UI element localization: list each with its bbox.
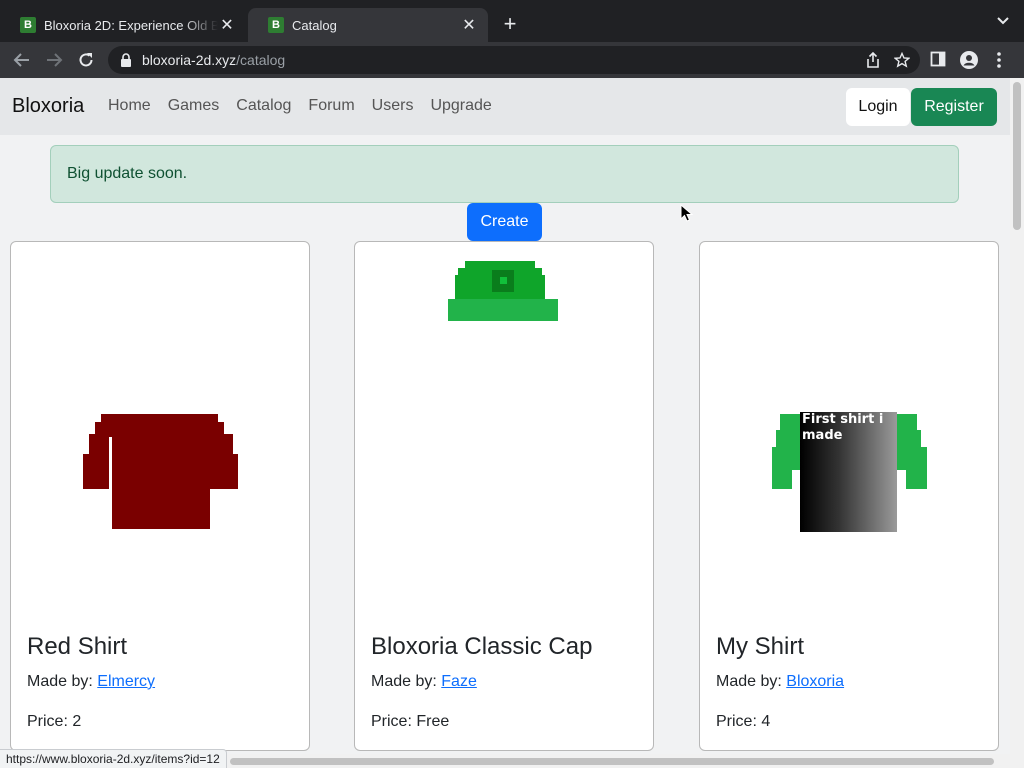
price-label: Price: [27, 713, 68, 730]
reload-icon[interactable] [76, 50, 96, 70]
brand-logo[interactable]: Bloxoria [12, 95, 84, 118]
item-price: Price: 2 [27, 713, 81, 731]
browser-tab-strip: B Bloxoria 2D: Experience Old Bl ✕ B Cat… [0, 0, 1024, 42]
price-label: Price: [716, 713, 757, 730]
site-navbar: Bloxoria Home Games Catalog Forum Users … [0, 78, 1010, 135]
catalog-item-card[interactable]: First shirt i made My Shirt Made by: Blo… [699, 241, 999, 751]
price-value: 4 [761, 713, 771, 730]
nav-link-games[interactable]: Games [168, 97, 220, 115]
horizontal-scrollbar-thumb[interactable] [230, 758, 994, 765]
create-button[interactable]: Create [467, 203, 542, 241]
lock-icon [121, 53, 131, 67]
share-icon[interactable] [866, 51, 880, 71]
red-shirt-image[interactable] [11, 242, 309, 622]
made-by-label: Made by: [27, 673, 93, 690]
item-creator: Made by: Faze [371, 673, 477, 691]
tab-title: Catalog [292, 17, 337, 33]
register-button[interactable]: Register [911, 88, 997, 126]
browser-toolbar: bloxoria-2d.xyz/catalog [0, 42, 1024, 78]
url-host: bloxoria-2d.xyz [142, 52, 237, 68]
creator-link[interactable]: Faze [441, 673, 477, 690]
item-name: Bloxoria Classic Cap [371, 633, 593, 660]
browser-tab-catalog[interactable]: B Catalog ✕ [248, 8, 488, 42]
nav-link-home[interactable]: Home [108, 97, 151, 115]
shirt-decal-text: First shirt i made [802, 412, 884, 443]
made-by-label: Made by: [716, 673, 782, 690]
browser-menu-icon[interactable] [996, 51, 1002, 69]
nav-links: Home Games Catalog Forum Users Upgrade [108, 97, 492, 115]
vertical-scrollbar-thumb[interactable] [1013, 82, 1021, 230]
item-creator: Made by: Bloxoria [716, 673, 844, 691]
tab-close-icon[interactable]: ✕ [460, 15, 478, 35]
forward-arrow-icon[interactable] [44, 50, 64, 70]
catalog-item-card[interactable]: Bloxoria Classic Cap Made by: Faze Price… [354, 241, 654, 751]
site-favicon-icon: B [268, 17, 284, 33]
side-panel-icon[interactable] [930, 51, 946, 67]
link-status-bar: https://www.bloxoria-2d.xyz/items?id=12 [0, 749, 227, 768]
announcement-alert: Big update soon. [50, 145, 959, 203]
url-path: /catalog [236, 52, 286, 68]
classic-cap-image[interactable] [355, 242, 653, 622]
mouse-cursor-icon [680, 204, 694, 222]
item-price: Price: Free [371, 713, 449, 731]
back-arrow-icon[interactable] [12, 50, 32, 70]
site-favicon-icon: B [20, 17, 36, 33]
catalog-item-card[interactable]: Red Shirt Made by: Elmercy Price: 2 [10, 241, 310, 751]
nav-link-forum[interactable]: Forum [308, 97, 354, 115]
profile-avatar-icon[interactable] [960, 51, 978, 69]
price-value: 2 [72, 713, 82, 730]
tab-search-chevron-icon[interactable] [996, 14, 1010, 33]
tab-close-icon[interactable]: ✕ [218, 15, 236, 35]
tab-title: Bloxoria 2D: Experience Old Bl [44, 17, 218, 33]
nav-link-users[interactable]: Users [372, 97, 414, 115]
price-value: Free [416, 713, 450, 730]
price-label: Price: [371, 713, 412, 730]
browser-tab-home[interactable]: B Bloxoria 2D: Experience Old Bl ✕ [0, 8, 246, 42]
made-by-label: Made by: [371, 673, 437, 690]
bookmark-star-icon[interactable] [893, 51, 911, 71]
item-name: Red Shirt [27, 633, 128, 660]
new-tab-icon[interactable]: + [498, 12, 522, 36]
page-content: Bloxoria Home Games Catalog Forum Users … [0, 78, 1024, 768]
item-name: My Shirt [716, 633, 805, 660]
vertical-scrollbar[interactable] [1010, 78, 1024, 768]
creator-link[interactable]: Elmercy [97, 673, 155, 690]
item-creator: Made by: Elmercy [27, 673, 155, 691]
login-button[interactable]: Login [846, 88, 910, 126]
nav-link-catalog[interactable]: Catalog [236, 97, 291, 115]
item-price: Price: 4 [716, 713, 770, 731]
nav-link-upgrade[interactable]: Upgrade [430, 97, 491, 115]
creator-link[interactable]: Bloxoria [786, 673, 844, 690]
address-bar[interactable]: bloxoria-2d.xyz/catalog [108, 46, 920, 74]
